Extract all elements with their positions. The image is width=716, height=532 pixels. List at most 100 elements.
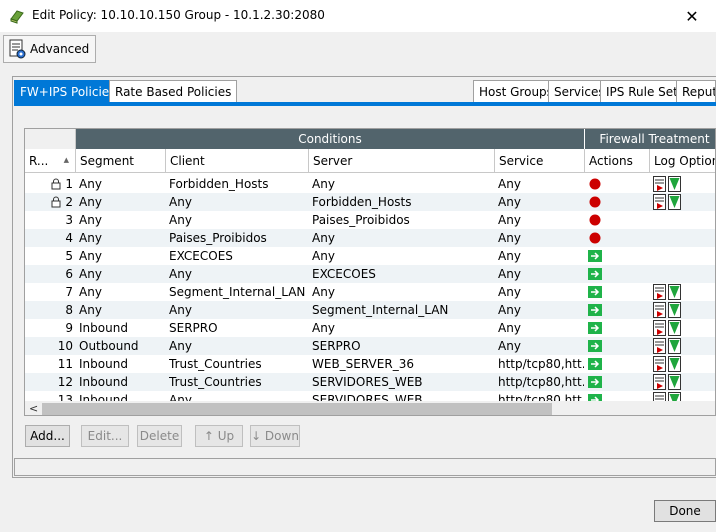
allow-action-icon [588,340,602,352]
table-row[interactable]: 12 Inbound Trust_Countries SERVIDORES_WEB ht… [25,373,715,391]
table-row[interactable]: 8 Any Any Segment_Internal_LAN Any [25,301,715,319]
tab-label: Services [554,84,605,99]
cell-rank: 2 [65,195,73,209]
cell-service: http/tcp80,htt... [498,375,584,389]
cell-service: Any [498,177,521,191]
table-row[interactable]: 11 Inbound Trust_Countries WEB_SERVER_36 htt… [25,355,715,373]
table-row[interactable]: 6 Any Any EXCECOES Any [25,265,715,283]
cell-client: Trust_Countries [169,357,262,371]
allow-action-icon [588,376,602,388]
allow-action-icon [588,250,602,262]
tab-label: FW+IPS Policies [20,85,116,99]
title-bar: Edit Policy: 10.10.10.150 Group - 10.1.2… [0,0,716,32]
horizontal-scrollbar[interactable]: < [25,401,715,415]
cell-service: Any [498,321,521,335]
tab-strip-underline [14,102,716,106]
cell-rank: 1 [65,177,73,191]
delete-button[interactable]: Delete [137,425,182,447]
cell-rank: 11 [57,357,73,371]
column-header-segment[interactable]: Segment [76,149,166,173]
allow-action-icon [588,358,602,370]
cell-server: SERPRO [312,339,361,353]
move-down-button[interactable]: ↓ Down [250,425,300,447]
cell-rank: 5 [65,249,73,263]
log-options-icon [653,284,681,300]
cell-client: Any [169,303,192,317]
cell-service: Any [498,249,521,263]
close-icon: ✕ [685,6,699,26]
tab-rate-based-policies[interactable]: Rate Based Policies [109,80,238,102]
drop-action-icon [589,178,601,190]
column-header-rank[interactable]: R... ▲ [25,149,76,173]
policy-grid[interactable]: Conditions Firewall Treatment R... ▲ Seg… [24,128,716,416]
lock-icon [51,196,61,208]
cell-service: Any [498,231,521,245]
log-options-icon [653,302,681,318]
column-header-server[interactable]: Server [309,149,495,173]
table-row[interactable]: 2 Any Any Forbidden_Hosts Any [25,193,715,211]
cell-server: SERVIDORES_WEB [312,375,423,389]
column-label: R... [29,153,49,168]
table-row[interactable]: 3 Any Any Paises_Proibidos Any [25,211,715,229]
move-up-button[interactable]: ↑ Up [195,425,243,447]
allow-action-icon [588,304,602,316]
cell-rank: 9 [65,321,73,335]
table-row[interactable]: 1 Any Forbidden_Hosts Any Any [25,175,715,193]
cell-client: Segment_Internal_LAN [169,285,306,299]
tab-label: IPS Rule Sets [606,84,685,99]
cell-server: EXCECOES [312,267,376,281]
toolbar: Advanced [0,32,716,65]
cell-server: Any [312,321,335,335]
tab-reputation[interactable]: Reputa [676,80,716,102]
column-header-actions[interactable]: Actions [585,149,650,173]
group-header-firewall-treatment: Firewall Treatment [585,129,715,149]
tab-fw-ips-policies[interactable]: FW+IPS Policies [14,80,122,103]
cell-server: Segment_Internal_LAN [312,303,449,317]
cell-client: Forbidden_Hosts [169,177,269,191]
table-row[interactable]: 5 Any EXCECOES Any Any [25,247,715,265]
column-header-client[interactable]: Client [166,149,309,173]
table-row[interactable]: 7 Any Segment_Internal_LAN Any Any [25,283,715,301]
scroll-left-icon[interactable]: < [29,402,38,415]
table-row[interactable]: 9 Inbound SERPRO Any Any [25,319,715,337]
cell-segment: Inbound [79,357,128,371]
cell-segment: Any [79,195,102,209]
cell-server: WEB_SERVER_36 [312,357,414,371]
tab-host-groups[interactable]: Host Groups [473,80,559,102]
edit-button[interactable]: Edit... [81,425,129,447]
cell-service: Any [498,195,521,209]
cell-segment: Any [79,213,102,227]
log-options-icon [653,374,681,390]
cell-server: Any [312,177,335,191]
column-header-log-options[interactable]: Log Options [650,149,715,173]
tab-label: Rate Based Policies [115,84,232,99]
log-options-icon [653,176,681,192]
log-options-icon [653,194,681,210]
cell-segment: Any [79,303,102,317]
table-row[interactable]: 4 Any Paises_Proibidos Any Any [25,229,715,247]
scrollbar-thumb[interactable] [42,403,552,415]
cell-client: Any [169,339,192,353]
log-options-icon [653,338,681,354]
advanced-button[interactable]: Advanced [3,35,97,63]
cell-service: http/tcp80,htt... [498,357,584,371]
log-options-icon [653,356,681,372]
cell-client: Any [169,195,192,209]
cell-rank: 10 [57,339,73,353]
cell-rank: 6 [65,267,73,281]
close-button[interactable]: ✕ [668,0,716,32]
tab-label: Host Groups [479,84,553,99]
column-header-service[interactable]: Service [495,149,585,173]
table-row[interactable]: 10 Outbound Any SERPRO Any [25,337,715,355]
tab-label: Reputa [682,84,715,99]
cell-segment: Any [79,231,102,245]
cell-service: Any [498,339,521,353]
cell-rank: 8 [65,303,73,317]
cell-segment: Any [79,249,102,263]
window-title: Edit Policy: 10.10.10.150 Group - 10.1.2… [32,8,325,22]
cell-client: Any [169,267,192,281]
policy-icon [10,10,24,24]
done-button[interactable]: Done [654,500,716,522]
add-button[interactable]: Add... [25,425,70,447]
drop-action-icon [589,232,601,244]
